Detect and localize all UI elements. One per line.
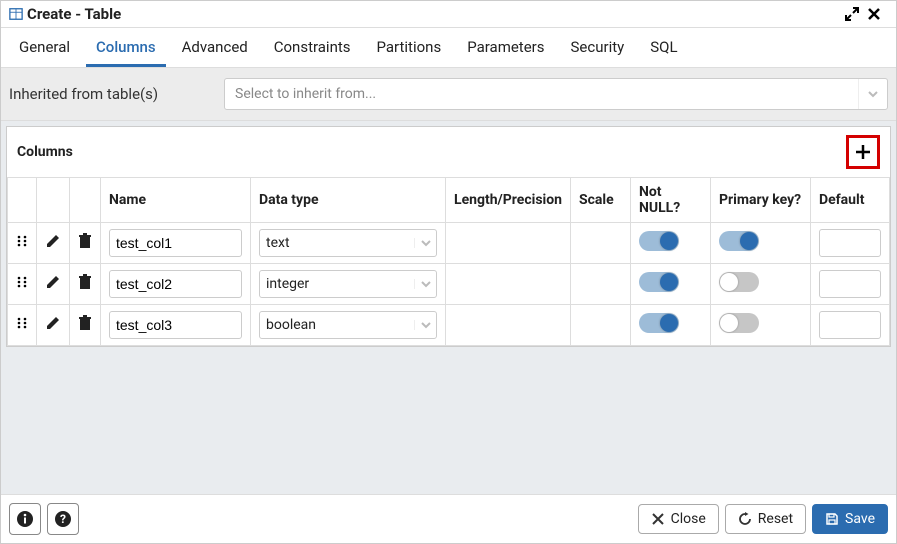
save-button-label: Save [845,511,875,527]
columns-body: Columns Name Data type Length/Precision … [1,121,896,494]
edit-row-button[interactable] [45,315,61,331]
close-button[interactable]: Close [638,504,719,534]
tab-partitions[interactable]: Partitions [367,28,452,67]
default-input[interactable] [819,311,881,339]
delete-row-button[interactable] [78,315,92,331]
table-row: integer [8,264,890,305]
drag-handle-icon[interactable] [16,316,28,330]
tab-security[interactable]: Security [561,28,635,67]
col-header-length: Length/Precision [446,178,571,223]
edit-row-button[interactable] [45,274,61,290]
scale-cell[interactable] [571,223,631,264]
footer: ? Close Reset Save [1,494,896,543]
reset-button-label: Reset [758,511,793,527]
columns-panel-header: Columns [7,127,890,177]
table-row: boolean [8,305,890,346]
titlebar: Create - Table [1,1,896,28]
close-x-icon [651,512,665,526]
primary-key-toggle[interactable] [719,272,759,292]
delete-row-button[interactable] [78,274,92,290]
save-icon [825,512,839,526]
length-cell[interactable] [446,223,571,264]
chevron-down-icon [414,320,431,330]
add-column-button[interactable] [846,135,880,169]
inherit-row: Inherited from table(s) Select to inheri… [1,68,896,121]
close-icon[interactable] [866,6,888,22]
chevron-down-icon [414,279,431,289]
tab-parameters[interactable]: Parameters [457,28,554,67]
tab-sql[interactable]: SQL [640,28,687,67]
data-type-select[interactable]: integer [259,270,437,298]
tab-advanced[interactable]: Advanced [172,28,258,67]
edit-row-button[interactable] [45,233,61,249]
data-type-select[interactable]: boolean [259,311,437,339]
drag-handle-icon[interactable] [16,275,28,289]
tab-constraints[interactable]: Constraints [264,28,361,67]
data-type-value: text [266,235,290,251]
reset-button[interactable]: Reset [725,504,806,534]
length-cell[interactable] [446,305,571,346]
primary-key-toggle[interactable] [719,313,759,333]
inherit-label: Inherited from table(s) [9,85,224,103]
col-header-scale: Scale [571,178,631,223]
inherit-select[interactable]: Select to inherit from... [224,78,888,110]
svg-text:?: ? [60,512,66,526]
scale-cell[interactable] [571,305,631,346]
reset-icon [738,512,752,526]
default-input[interactable] [819,229,881,257]
col-header-default: Default [811,178,890,223]
columns-panel: Columns Name Data type Length/Precision … [6,126,891,347]
data-type-value: integer [266,276,309,292]
col-header-pk: Primary key? [711,178,811,223]
create-table-dialog: Create - Table General Columns Advanced … [0,0,897,544]
primary-key-toggle[interactable] [719,231,759,251]
not-null-toggle[interactable] [639,231,679,251]
scale-cell[interactable] [571,264,631,305]
columns-table: Name Data type Length/Precision Scale No… [7,177,890,346]
drag-handle-icon[interactable] [16,234,28,248]
expand-icon[interactable] [844,6,866,22]
data-type-value: boolean [266,317,316,333]
tab-general[interactable]: General [9,28,80,67]
tabs: General Columns Advanced Constraints Par… [1,28,896,68]
delete-row-button[interactable] [78,233,92,249]
info-button[interactable] [9,503,41,535]
col-header-datatype: Data type [251,178,446,223]
columns-header-row: Name Data type Length/Precision Scale No… [8,178,890,223]
save-button[interactable]: Save [812,504,888,534]
table-row: text [8,223,890,264]
chevron-down-icon [858,79,879,109]
col-header-name: Name [101,178,251,223]
columns-panel-title: Columns [17,144,73,160]
not-null-toggle[interactable] [639,313,679,333]
col-header-notnull: Not NULL? [631,178,711,223]
help-button[interactable]: ? [47,503,79,535]
default-input[interactable] [819,270,881,298]
column-name-input[interactable] [109,270,242,298]
table-icon [9,7,23,21]
inherit-placeholder: Select to inherit from... [235,86,376,102]
length-cell[interactable] [446,264,571,305]
close-button-label: Close [671,511,706,527]
dialog-title: Create - Table [27,5,121,23]
data-type-select[interactable]: text [259,229,437,257]
chevron-down-icon [414,238,431,248]
not-null-toggle[interactable] [639,272,679,292]
column-name-input[interactable] [109,229,242,257]
tab-columns[interactable]: Columns [86,28,166,67]
column-name-input[interactable] [109,311,242,339]
